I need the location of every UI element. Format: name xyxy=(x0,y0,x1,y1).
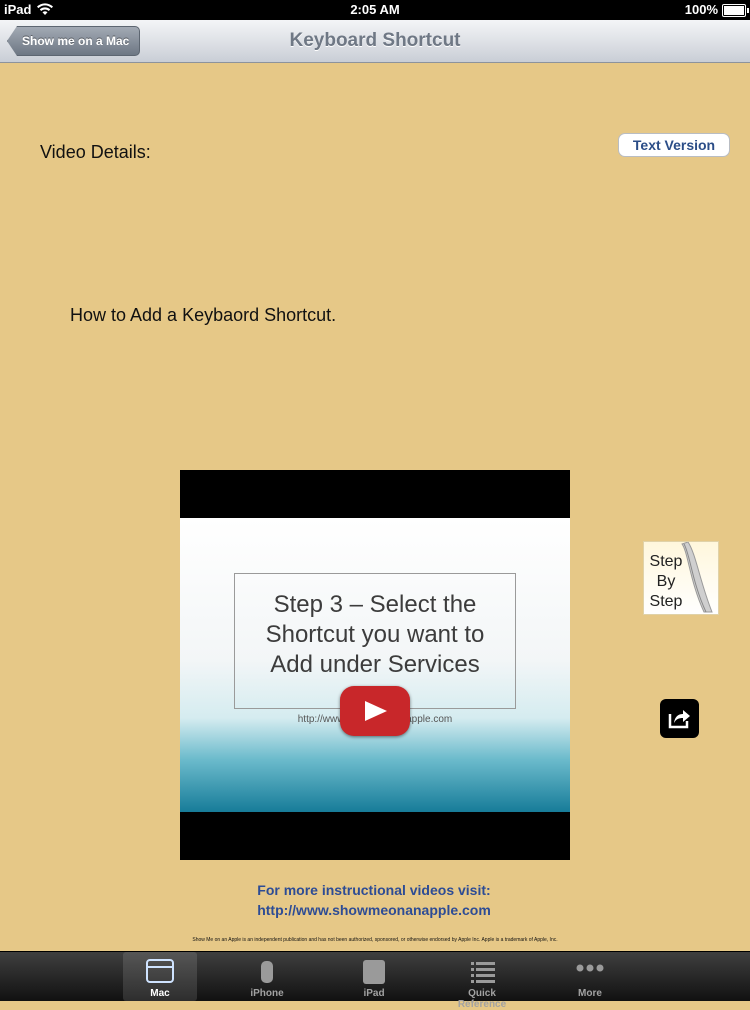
battery-icon xyxy=(722,4,749,17)
video-thumbnail: Step 3 – Select the Shortcut you want to… xyxy=(180,518,570,812)
tab-mac-label: Mac xyxy=(150,988,170,999)
tab-ipad-label: iPad xyxy=(363,988,385,999)
share-button[interactable] xyxy=(660,699,699,738)
video-details-label: Video Details: xyxy=(40,142,151,162)
tab-mac[interactable]: Mac xyxy=(123,952,197,1001)
tab-ipad[interactable]: iPad xyxy=(337,952,411,1001)
disclaimer: Show Me on an Apple is an independent pu… xyxy=(192,937,558,943)
text-version-button[interactable]: Text Version xyxy=(618,133,730,157)
promo-link[interactable]: http://www.showmeonanapple.com xyxy=(0,900,749,920)
status-bar: iPad 2:05 AM 100% xyxy=(0,0,750,20)
video-headline: How to Add a Keybaord Shortcut. xyxy=(70,305,337,325)
promo-text: For more instructional videos visit: htt… xyxy=(0,880,750,920)
mac-icon xyxy=(123,958,197,986)
back-button[interactable]: Show me on a Mac xyxy=(7,26,141,56)
iphone-icon xyxy=(230,958,304,986)
battery-percent: 100% xyxy=(684,2,718,17)
step-by-step-button[interactable]: Step By Step xyxy=(643,541,719,615)
more-icon xyxy=(553,958,627,986)
play-button[interactable] xyxy=(340,686,410,736)
tab-quick-reference[interactable]: Quick Reference xyxy=(445,952,519,1010)
clock: 2:05 AM xyxy=(350,2,400,17)
tab-more[interactable]: More xyxy=(553,952,627,1001)
tab-more-label: More xyxy=(578,988,602,999)
tab-iphone[interactable]: iPhone xyxy=(230,952,304,1001)
navigation-bar: Keyboard Shortcut Show me on a Mac xyxy=(0,20,750,63)
tab-iphone-label: iPhone xyxy=(250,988,284,999)
list-icon xyxy=(445,958,519,986)
ipad-icon xyxy=(337,958,411,986)
tab-quick-reference-label: Quick Reference xyxy=(457,988,507,1010)
promo-line-1: For more instructional videos visit: xyxy=(257,882,491,898)
tab-bar: Mac iPhone iPad Quick Reference More xyxy=(0,951,750,1010)
video-player[interactable]: Step 3 – Select the Shortcut you want to… xyxy=(180,470,570,860)
slide-text: Step 3 – Select the Shortcut you want to… xyxy=(265,591,485,678)
